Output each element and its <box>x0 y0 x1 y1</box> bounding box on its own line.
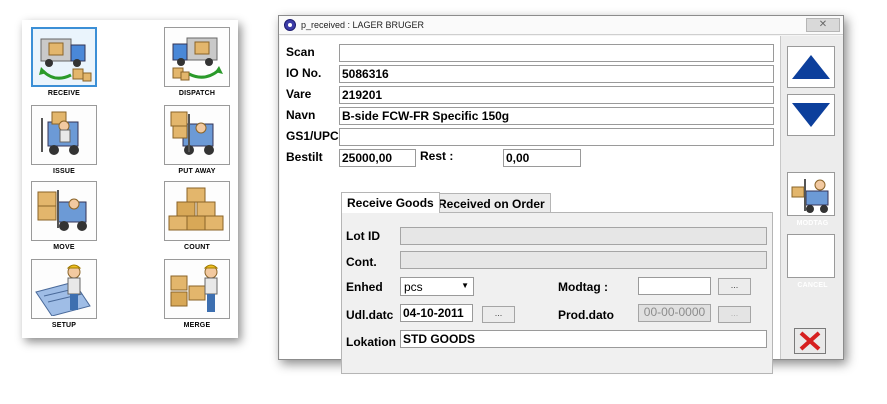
io-no-field[interactable]: 5086316 <box>339 65 774 83</box>
arrow-down-icon <box>792 103 830 127</box>
cancel-button[interactable] <box>787 234 835 278</box>
modtag-button[interactable] <box>787 172 835 216</box>
scroll-up-button[interactable] <box>787 46 835 88</box>
cont-field[interactable] <box>400 251 767 269</box>
dropdown-arrow-icon: ▼ <box>461 281 469 290</box>
modtag-label: Modtag : <box>558 280 608 294</box>
gs1-upc-label: GS1/UPC <box>286 129 339 143</box>
arrow-up-icon <box>792 55 830 79</box>
menu-label: MERGE <box>183 322 211 329</box>
gs1-upc-field[interactable] <box>339 128 774 146</box>
menu-item-move[interactable]: MOVE <box>29 181 99 257</box>
forklift-move-icon <box>31 181 97 241</box>
menu-item-put-away[interactable]: PUT AWAY <box>162 105 232 181</box>
lot-id-field[interactable] <box>400 227 767 245</box>
forklift-issue-icon <box>31 105 97 165</box>
io-no-label: IO No. <box>286 66 322 80</box>
menu-item-issue[interactable]: ISSUE <box>29 105 99 181</box>
scan-label: Scan <box>286 45 315 59</box>
app-icon <box>284 19 296 31</box>
title-bar[interactable]: p_received : LAGER BRUGER ✕ <box>279 16 843 35</box>
menu-label: DISPATCH <box>178 90 216 97</box>
forklift-put-away-icon <box>164 105 230 165</box>
receive-truck-icon <box>31 27 97 87</box>
menu-label: SETUP <box>51 322 77 329</box>
menu-item-setup[interactable]: SETUP <box>29 259 99 335</box>
menu-label: PUT AWAY <box>178 168 216 175</box>
menu-item-count[interactable]: COUNT <box>162 181 232 257</box>
receive-goods-panel: Lot ID Cont. Enhed pcs ▼ Modtag : ... Ud… <box>341 212 773 374</box>
vare-field[interactable]: 219201 <box>339 86 774 104</box>
menu-label: ISSUE <box>52 168 75 175</box>
lokation-label: Lokation <box>346 335 396 349</box>
menu-label: RECEIVE <box>47 90 81 97</box>
window-title: p_received : LAGER BRUGER <box>301 20 425 30</box>
udl-dato-field[interactable]: 04-10-2011 <box>400 304 473 322</box>
menu-item-merge[interactable]: MERGE <box>162 259 232 335</box>
cont-label: Cont. <box>346 255 377 269</box>
scroll-down-button[interactable] <box>787 94 835 136</box>
navn-label: Navn <box>286 108 316 122</box>
worker-setup-icon <box>31 259 97 319</box>
navn-field[interactable]: B-side FCW-FR Specific 150g <box>339 107 774 125</box>
form-area: Scan IO No. 5086316 Vare 219201 Navn B-s… <box>280 36 780 374</box>
forklift-receive-icon <box>791 179 829 213</box>
vare-label: Vare <box>286 87 312 101</box>
udl-dato-picker-button[interactable]: ... <box>482 306 515 323</box>
modtag-input[interactable] <box>638 277 711 295</box>
dispatch-truck-icon <box>164 27 230 87</box>
prod-dato-picker-button: ... <box>718 306 751 323</box>
menu-label: COUNT <box>184 244 210 251</box>
modtag-button-label: MODTAG <box>796 220 829 227</box>
boxes-count-icon <box>164 181 230 241</box>
modtag-lookup-button[interactable]: ... <box>718 278 751 295</box>
prod-dato-field: 00-00-0000 <box>638 304 711 322</box>
rest-field[interactable]: 0,00 <box>503 149 581 167</box>
tab-receive-goods[interactable]: Receive Goods <box>341 192 440 213</box>
enhed-selected-value: pcs <box>404 280 423 294</box>
bestilt-field[interactable]: 25000,00 <box>339 149 416 167</box>
window-close-button[interactable]: ✕ <box>806 18 840 32</box>
rest-label: Rest : <box>420 149 454 163</box>
lot-id-label: Lot ID <box>346 229 380 243</box>
udl-dato-label: Udl.datc <box>346 308 394 322</box>
cancel-button-label: CANCEL <box>797 282 828 289</box>
red-x-close-icon <box>799 331 821 351</box>
enhed-select[interactable]: pcs ▼ <box>400 277 474 296</box>
side-action-panel: MODTAG CANCEL <box>780 36 843 359</box>
enhed-label: Enhed <box>346 280 383 294</box>
worker-merge-icon <box>164 259 230 319</box>
lokation-field[interactable]: STD GOODS <box>400 330 767 348</box>
bestilt-label: Bestilt <box>286 150 323 164</box>
tab-received-on-order[interactable]: Received on Order <box>432 193 551 213</box>
scan-input[interactable] <box>339 44 774 62</box>
menu-label: MOVE <box>53 244 75 251</box>
main-menu-panel: RECEIVE DISPATCH ISSUE PUT AWAY MOVE COU… <box>22 20 238 338</box>
menu-item-receive[interactable]: RECEIVE <box>29 27 99 103</box>
menu-item-dispatch[interactable]: DISPATCH <box>162 27 232 103</box>
close-form-button[interactable] <box>794 328 826 354</box>
receive-dialog-window: p_received : LAGER BRUGER ✕ Scan IO No. … <box>278 15 844 374</box>
prod-dato-label: Prod.dato <box>558 308 614 322</box>
